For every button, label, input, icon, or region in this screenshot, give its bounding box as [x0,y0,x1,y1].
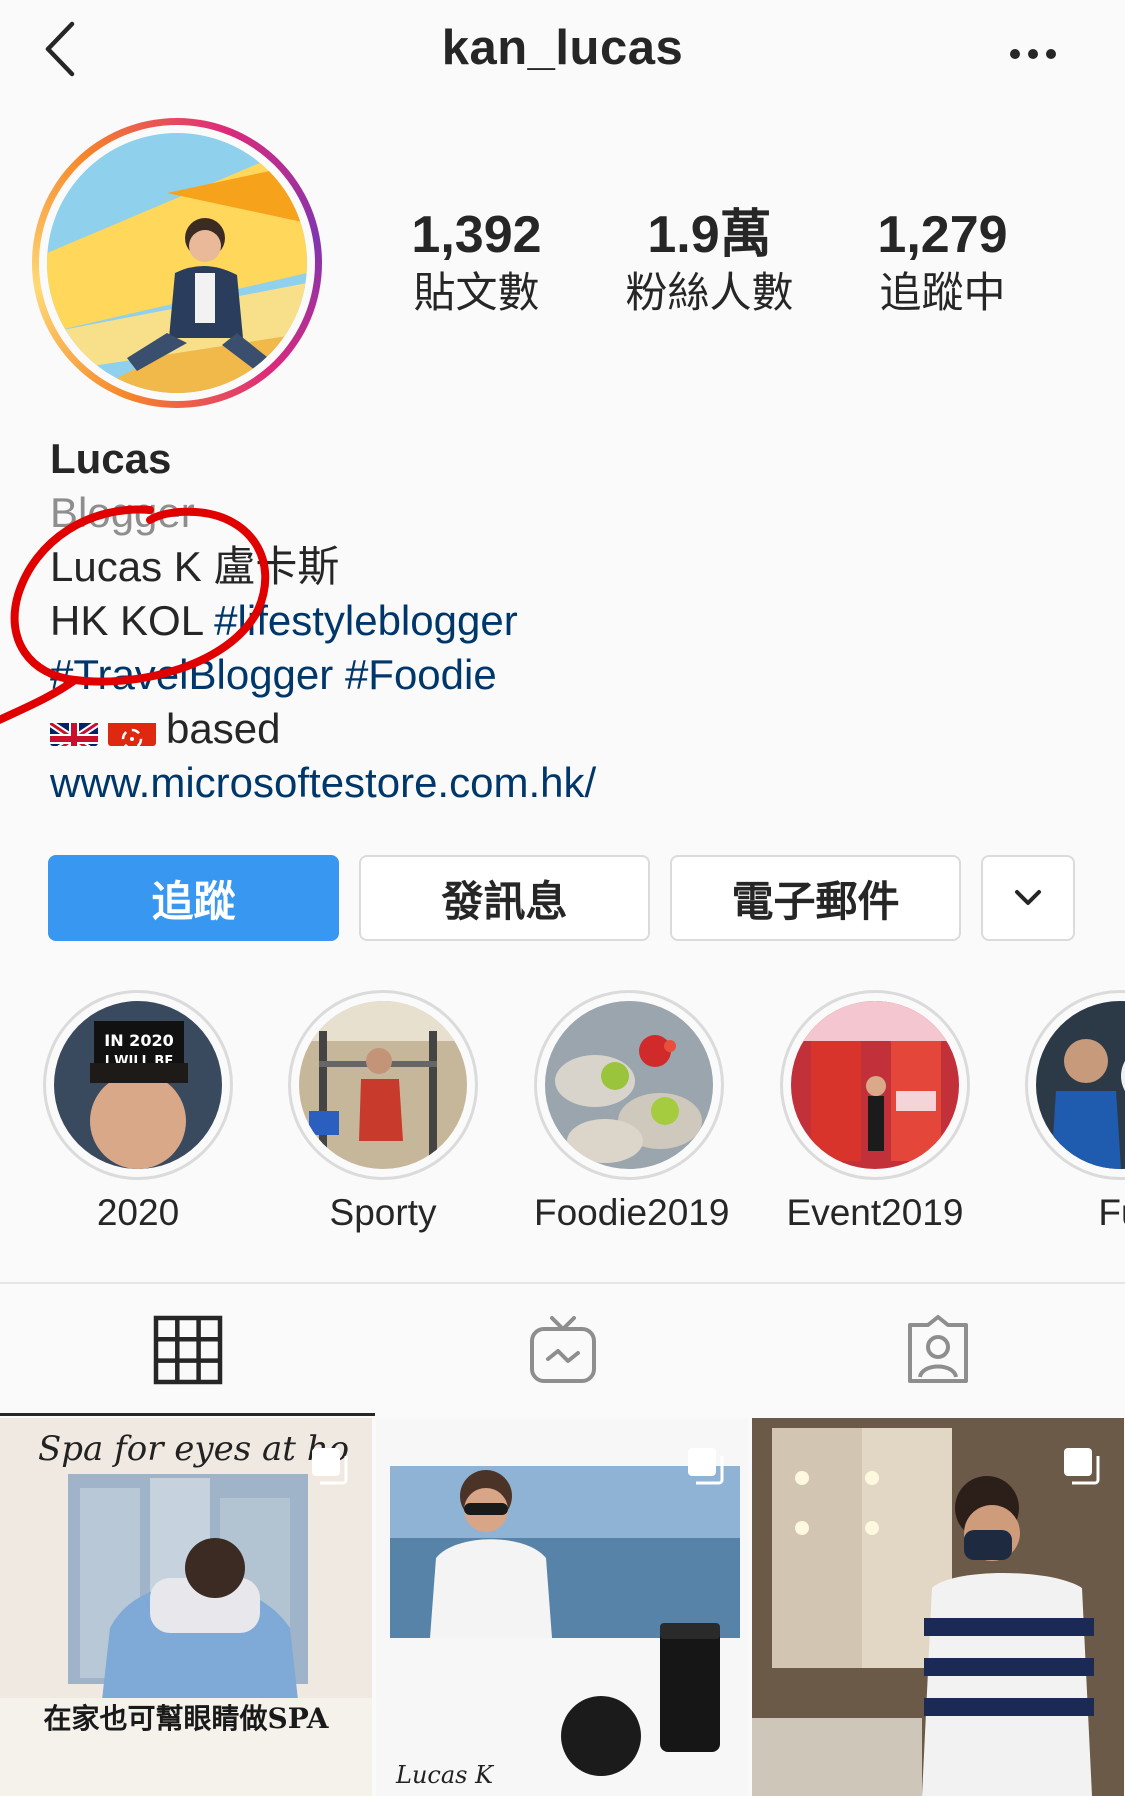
highlight-fu[interactable]: Fu [1025,990,1125,1234]
uk-flag-icon [50,714,98,746]
highlight-label: 2020 [96,1192,180,1233]
post-signature: Lucas K [395,1761,495,1789]
highlight-cover [1036,1001,1125,1169]
post-caption: 在家也可幫眼睛做SPA [44,1702,330,1735]
highlight-event2019[interactable]: Event2019 [780,990,970,1234]
bio-website-link[interactable]: www.microsoftestore.com.hk/ [50,756,1050,810]
posts-count[interactable]: 1,392 貼文數 [360,205,593,321]
chevron-down-icon [1015,890,1041,905]
following-count-label: 追蹤中 [879,269,1006,316]
highlight-2020[interactable]: IN 2020 I WILL BE 2020 [43,990,233,1234]
followers-count[interactable]: 1.9萬 粉絲人數 [593,205,826,321]
post-thumbnail[interactable] [752,1418,1124,1796]
more-options-button[interactable] [1010,34,1070,74]
email-button[interactable]: 電子郵件 [670,855,961,941]
following-count[interactable]: 1,279 追蹤中 [826,205,1059,321]
followers-count-value: 1.9萬 [647,206,772,264]
posts-grid: Spa for eyes at ho 在家也可幫眼睛做SPA Lucas K [0,1418,1125,1796]
avatar-story-ring[interactable] [32,118,322,408]
followers-count-label: 粉絲人數 [625,269,794,316]
profile-actions: 追蹤 發訊息 電子郵件 [48,855,1075,941]
following-count-value: 1,279 [877,206,1008,264]
post-thumbnail[interactable]: Lucas K [376,1418,748,1796]
bio-based-text: based [166,705,281,752]
multiple-photos-icon [1064,1448,1100,1485]
message-button[interactable]: 發訊息 [359,855,650,941]
grid-icon [153,1315,222,1385]
story-highlights: IN 2020 I WILL BE 2020 Sporty Foodie2019 … [0,990,1125,1240]
avatar [47,133,307,393]
highlight-cover: IN 2020 I WILL BE [54,1001,222,1169]
profile-bio: Lucas Blogger Lucas K 盧卡斯 HK KOL #lifest… [50,432,1050,810]
highlight-cover [299,1001,467,1169]
hashtag-lifestyleblogger[interactable]: #lifestyleblogger [214,597,518,644]
suggested-accounts-button[interactable] [981,855,1075,941]
bio-line-3: #TravelBlogger #Foodie [50,648,1050,702]
highlight-label: Fu [1098,1192,1125,1233]
tab-tagged[interactable] [750,1284,1125,1416]
page-title: kan_lucas [441,21,684,75]
highlight-label: Sporty [329,1192,437,1233]
svg-text:IN 2020: IN 2020 [104,1031,173,1050]
highlight-cover [791,1001,959,1169]
highlight-sporty[interactable]: Sporty [288,990,478,1234]
bio-line-1: Lucas K 盧卡斯 [50,543,340,590]
hashtag-foodie[interactable]: #Foodie [345,651,497,698]
hong-kong-flag-icon [108,714,156,746]
display-name: Lucas [50,435,172,482]
profile-tabs [0,1284,1125,1416]
tab-igtv[interactable] [375,1284,750,1416]
follow-button[interactable]: 追蹤 [48,855,339,941]
profile-stats: 1,392 貼文數 1.9萬 粉絲人數 1,279 追蹤中 [380,205,1080,321]
igtv-icon [529,1316,596,1383]
highlight-foodie2019[interactable]: Foodie2019 [534,990,730,1234]
posts-count-value: 1,392 [411,206,542,264]
bio-text: HK KOL [50,597,215,644]
tagged-icon [907,1315,968,1383]
tab-posts-grid[interactable] [0,1284,375,1416]
post-script-title: Spa for eyes at ho [38,1429,349,1469]
posts-count-label: 貼文數 [413,269,540,316]
highlight-label: Foodie2019 [534,1192,730,1233]
bio-line-4: based [50,702,1050,756]
top-bar: kan_lucas [0,0,1125,100]
profile-category: Blogger [50,489,195,536]
post-thumbnail[interactable]: Spa for eyes at ho 在家也可幫眼睛做SPA [0,1418,372,1796]
bio-line-2: HK KOL #lifestyleblogger [50,594,1050,648]
highlight-cover [545,1001,713,1169]
multiple-photos-icon [312,1448,348,1485]
hashtag-travelblogger[interactable]: #TravelBlogger [50,651,333,698]
highlight-label: Event2019 [786,1192,964,1233]
more-horizontal-icon [1010,49,1020,59]
multiple-photos-icon [688,1448,724,1485]
